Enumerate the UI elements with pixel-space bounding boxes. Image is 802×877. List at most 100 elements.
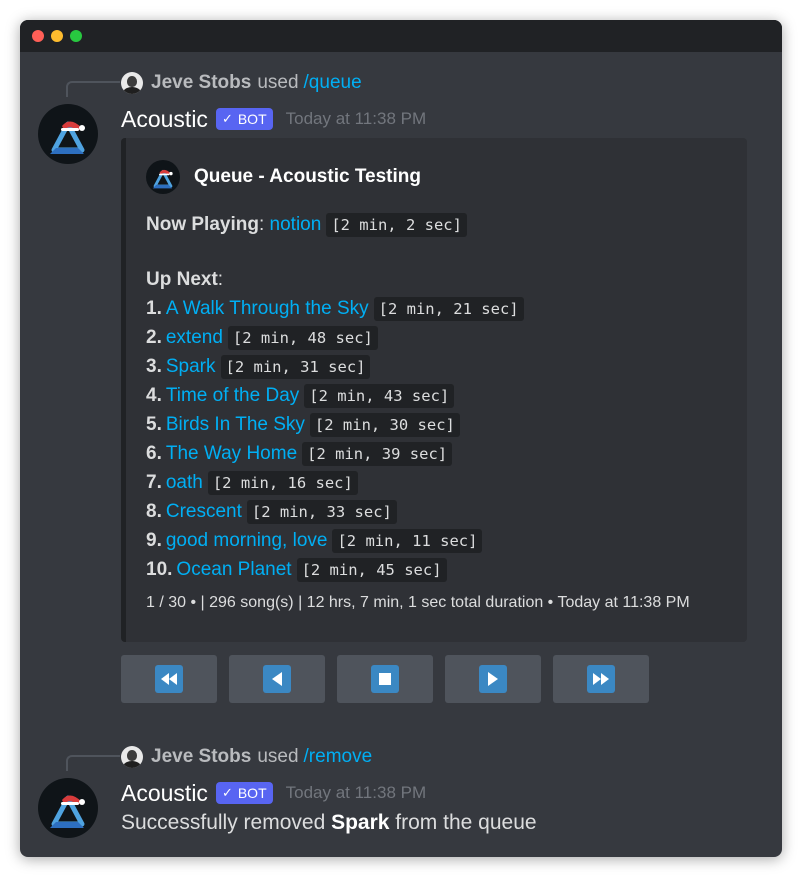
reply-username[interactable]: Jeve Stobs (151, 72, 251, 94)
message-text-bold: Spark (331, 811, 390, 834)
message-timestamp[interactable]: Today at 11:38 PM (286, 783, 427, 803)
message-header: Acoustic ✓ BOT Today at 11:38 PM (121, 779, 426, 807)
discord-window: Jeve Stobs used /queue Acoustic ✓ BOT Tod… (20, 20, 782, 857)
previous-button[interactable] (229, 655, 325, 703)
reply-used-text: used (257, 746, 299, 767)
queue-item: 4. Time of the Day [2 min, 43 sec] (146, 381, 524, 410)
now-playing-label: Now Playing (146, 213, 259, 235)
queue-list: 1. A Walk Through the Sky [2 min, 21 sec] 2… (146, 294, 524, 584)
queue-item-number: 7. (146, 471, 162, 493)
embed-author-icon (146, 160, 180, 194)
queue-item-duration: [2 min, 16 sec] (207, 470, 358, 495)
queue-item: 5. Birds In The Sky [2 min, 30 sec] (146, 410, 524, 439)
queue-item: 8. Crescent [2 min, 33 sec] (146, 497, 524, 526)
reply-username[interactable]: Jeve Stobs (151, 746, 251, 768)
close-window-button[interactable] (32, 30, 44, 42)
queue-item-number: 3. (146, 355, 162, 377)
fast-forward-icon (587, 665, 615, 693)
queue-item: 10. Ocean Planet [2 min, 45 sec] (146, 555, 524, 584)
message-header: Acoustic ✓ BOT Today at 11:38 PM (121, 105, 426, 133)
bot-avatar[interactable] (38, 104, 98, 164)
fast-backward-icon (155, 665, 183, 693)
reply-reference[interactable]: Jeve Stobs used /queue (121, 71, 362, 95)
queue-item-link[interactable]: Time of the Day (166, 385, 299, 407)
queue-item-number: 9. (146, 529, 162, 551)
message-text-prefix: Successfully removed (121, 811, 332, 834)
acoustic-logo-icon (50, 121, 85, 154)
queue-item-duration: [2 min, 43 sec] (304, 383, 455, 408)
queue-item-number: 5. (146, 413, 162, 435)
message-text-suffix: from the queue (389, 811, 537, 834)
queue-item-duration: [2 min, 31 sec] (220, 354, 371, 379)
message-timestamp[interactable]: Today at 11:38 PM (286, 109, 427, 129)
queue-item-link[interactable]: Spark (166, 356, 216, 378)
reply-connector (66, 81, 120, 97)
now-playing-link[interactable]: notion (270, 214, 322, 236)
bot-badge-label: BOT (237, 111, 267, 127)
fast-backward-button[interactable] (121, 655, 217, 703)
queue-item-link[interactable]: extend (166, 327, 223, 349)
stop-button[interactable] (337, 655, 433, 703)
queue-item-duration: [2 min, 33 sec] (246, 499, 397, 524)
message-content: Successfully removed Spark from the queu… (121, 811, 537, 835)
queue-item-number: 1. (146, 297, 162, 319)
queue-item-link[interactable]: Birds In The Sky (166, 414, 305, 436)
queue-item-link[interactable]: A Walk Through the Sky (166, 298, 369, 320)
stop-icon (371, 665, 399, 693)
queue-item: 1. A Walk Through the Sky [2 min, 21 sec] (146, 294, 524, 323)
queue-item-duration: [2 min, 30 sec] (309, 412, 460, 437)
bot-badge: ✓ BOT (215, 782, 273, 804)
queue-item: 3. Spark [2 min, 31 sec] (146, 352, 524, 381)
embed-footer: 1 / 30 • | 296 song(s) | 12 hrs, 7 min, … (146, 594, 690, 611)
queue-item-number: 8. (146, 500, 162, 522)
queue-item-link[interactable]: The Way Home (166, 443, 297, 465)
queue-item: 7. oath [2 min, 16 sec] (146, 468, 524, 497)
bot-badge-label: BOT (237, 785, 267, 801)
queue-item-duration: [2 min, 11 sec] (332, 528, 483, 553)
queue-item-number: 6. (146, 442, 162, 464)
queue-embed: Queue - Acoustic Testing Now Playing: no… (121, 138, 747, 642)
fast-forward-button[interactable] (553, 655, 649, 703)
reply-used-text: used (257, 72, 299, 93)
bot-username[interactable]: Acoustic (121, 106, 208, 133)
title-bar (20, 20, 782, 52)
embed-description: Now Playing: notion [2 min, 2 sec] Up Nex… (146, 210, 524, 584)
queue-item: 2. extend [2 min, 48 sec] (146, 323, 524, 352)
queue-item-link[interactable]: Ocean Planet (176, 559, 291, 581)
play-button[interactable] (445, 655, 541, 703)
colon: : (217, 268, 224, 290)
bot-badge: ✓ BOT (215, 108, 273, 130)
queue-item-number: 2. (146, 326, 162, 348)
queue-item-duration: [2 min, 39 sec] (302, 441, 453, 466)
queue-item-link[interactable]: oath (166, 472, 203, 494)
maximize-window-button[interactable] (70, 30, 82, 42)
reply-reference[interactable]: Jeve Stobs used /remove (121, 745, 372, 769)
queue-item-link[interactable]: good morning, love (166, 530, 328, 552)
user-avatar[interactable] (121, 72, 143, 94)
queue-item: 9. good morning, love [2 min, 11 sec] (146, 526, 524, 555)
queue-item-duration: [2 min, 45 sec] (296, 557, 447, 582)
queue-item-number: 4. (146, 384, 162, 406)
reply-connector (66, 755, 120, 771)
acoustic-logo-icon (152, 169, 173, 189)
acoustic-logo-icon (50, 795, 85, 828)
previous-icon (263, 665, 291, 693)
verified-check-icon: ✓ (221, 111, 233, 126)
queue-item-duration: [2 min, 48 sec] (227, 325, 378, 350)
embed-title: Queue - Acoustic Testing (194, 166, 421, 187)
user-avatar[interactable] (121, 746, 143, 768)
verified-check-icon: ✓ (221, 785, 233, 800)
queue-item-number: 10. (146, 558, 173, 580)
bot-username[interactable]: Acoustic (121, 780, 208, 807)
now-playing-duration: [2 min, 2 sec] (326, 212, 467, 237)
queue-item: 6. The Way Home [2 min, 39 sec] (146, 439, 524, 468)
minimize-window-button[interactable] (51, 30, 63, 42)
up-next-label: Up Next (146, 268, 218, 290)
queue-item-link[interactable]: Crescent (166, 501, 242, 523)
player-controls (121, 655, 661, 703)
embed-author: Queue - Acoustic Testing (146, 160, 421, 194)
reply-command[interactable]: /queue (304, 72, 362, 94)
colon: : (258, 213, 265, 235)
bot-avatar[interactable] (38, 778, 98, 838)
reply-command[interactable]: /remove (304, 746, 373, 768)
